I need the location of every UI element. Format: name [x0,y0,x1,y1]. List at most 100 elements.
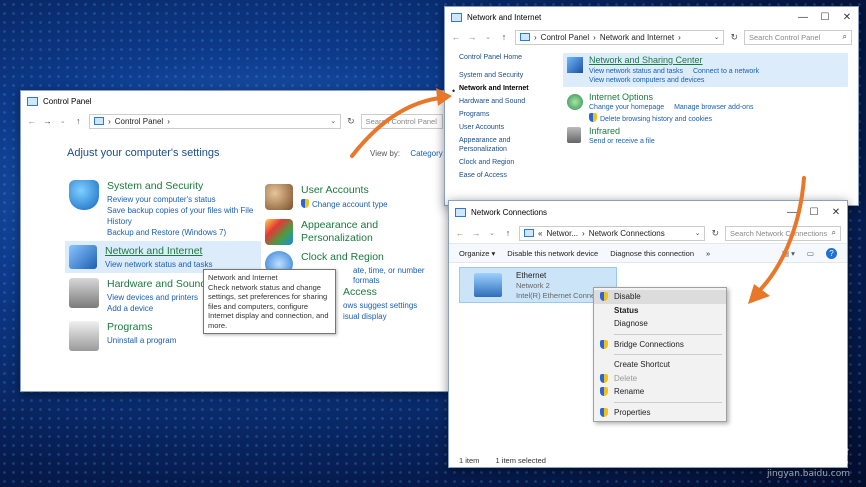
up-arrow-icon[interactable]: ↑ [499,32,509,42]
section-infrared: Infrared Send or receive a file [563,125,848,149]
add-device-link[interactable]: Add a device [107,304,206,314]
minimize-button[interactable]: — [792,12,814,23]
address-parent[interactable]: Networ... [546,229,578,238]
item-count: 1 item [459,456,480,465]
uninstall-link[interactable]: Uninstall a program [107,336,176,346]
network-status-link[interactable]: View network status and tasks [105,260,212,270]
section-network-sharing[interactable]: Network and Sharing Center View network … [563,53,848,87]
devices-printers-link[interactable]: View devices and printers [107,293,206,303]
menu-bridge[interactable]: Bridge Connections [594,338,726,352]
maximize-button[interactable]: ☐ [814,12,836,23]
status-bar: 1 item 1 item selected [459,456,546,465]
infrared-link[interactable]: Infrared [589,126,620,136]
nav-hardware-sound[interactable]: Hardware and Sound [459,97,529,106]
view-status-link[interactable]: View network status and tasks [589,68,683,75]
help-icon[interactable]: ? [826,247,837,259]
forward-arrow-icon[interactable]: → [43,116,53,126]
control-panel-small-icon [520,33,530,41]
delete-history-link[interactable]: Delete browsing history and cookies [600,116,712,123]
address-leaf[interactable]: Network and Internet [600,33,674,42]
nav-system-security[interactable]: System and Security [459,71,529,80]
menu-delete[interactable]: Delete [594,372,726,386]
watermark-url: jingyan.baidu.com [766,469,850,479]
view-computers-link[interactable]: View network computers and devices [589,77,704,84]
change-homepage-link[interactable]: Change your homepage [589,104,664,111]
nav-network-internet[interactable]: Network and Internet [459,84,529,93]
up-arrow-icon[interactable]: ↑ [503,228,513,238]
infrared-row1: Send or receive a file [589,138,655,145]
menu-status[interactable]: Status [594,304,726,318]
chevron-right-icon: › [678,32,681,42]
up-arrow-icon[interactable]: ↑ [74,116,84,126]
backup-restore-link[interactable]: Backup and Restore (Windows 7) [107,228,253,238]
forward-arrow-icon[interactable]: → [467,32,477,42]
search-icon: ⌕ [831,228,836,237]
network-sharing-link[interactable]: Network and Sharing Center [589,55,703,65]
address-root[interactable]: Control Panel [541,33,589,42]
menu-diagnose[interactable]: Diagnose [594,317,726,331]
programs-link[interactable]: Programs [107,321,176,334]
network-internet-link[interactable]: Network and Internet [105,245,212,258]
back-arrow-icon[interactable]: ← [455,228,465,238]
category-programs: Programs Uninstall a program [69,321,176,351]
selected-count: 1 item selected [495,456,546,465]
forward-arrow-icon[interactable]: → [471,228,481,238]
nav-user-accounts[interactable]: User Accounts [459,123,529,132]
organize-button[interactable]: Organize ▾ [459,249,495,258]
back-arrow-icon[interactable]: ← [27,116,37,126]
file-history-link[interactable]: Save backup copies of your files with Fi… [107,206,253,216]
user-accounts-link[interactable]: User Accounts [301,184,388,197]
menu-properties[interactable]: Properties [594,406,726,420]
close-button[interactable]: ✕ [836,12,858,23]
chevron-down-icon[interactable]: ⌄ [714,33,720,41]
nav-clock-region[interactable]: Clock and Region [459,158,529,167]
address-bar: ← → ⌄ ↑ › Control Panel › Network and In… [445,27,858,47]
menu-rename[interactable]: Rename [594,385,726,399]
address-field[interactable]: › Control Panel › Network and Internet ›… [515,29,725,45]
baidu-watermark: Bai du 经验 jingyan.baidu.com [691,434,850,479]
users-icon [265,184,293,210]
clock-region-link[interactable]: Clock and Region [301,251,449,264]
disable-device-button[interactable]: Disable this network device [507,249,598,258]
nav-appearance[interactable]: Appearance and [459,136,529,145]
tooltip-body: Check network status and change settings… [208,282,329,330]
connect-network-link[interactable]: Connect to a network [693,68,759,75]
uac-shield-icon [600,373,608,383]
diagnose-connection-button[interactable]: Diagnose this connection [610,249,694,258]
chevron-down-icon[interactable]: ⌄ [695,229,701,237]
context-menu: Disable Status Diagnose Bridge Connectio… [593,287,727,422]
dropdown-icon[interactable]: ⌄ [487,229,497,237]
appearance-link[interactable]: Appearance and Personalization [301,219,449,245]
nav-control-panel-home[interactable]: Control Panel Home [459,53,529,62]
tooltip-title: Network and Internet [208,273,278,282]
address-leaf[interactable]: Network Connections [589,229,665,238]
more-commands-button[interactable]: » [706,249,710,258]
hardware-sound-link[interactable]: Hardware and Sound [107,278,206,291]
refresh-icon[interactable]: ↻ [730,32,738,43]
chevron-down-icon[interactable]: ⌄ [330,117,336,125]
internet-options-link[interactable]: Internet Options [589,92,653,102]
refresh-icon[interactable]: ↻ [711,228,719,239]
nav-programs[interactable]: Programs [459,110,529,119]
change-account-link[interactable]: Change account type [301,199,388,210]
address-field[interactable]: › Control Panel › ⌄ [89,113,342,129]
window-title: Network and Internet [467,12,542,22]
review-status-link[interactable]: Review your computer's status [107,195,253,205]
page-heading: Adjust your computer's settings [67,147,220,159]
close-button[interactable]: ✕ [825,207,847,218]
manage-addons-link[interactable]: Manage browser add-ons [674,104,753,111]
file-history-link-cont[interactable]: History [107,217,253,227]
left-nav: Control Panel Home System and Security N… [459,53,529,180]
search-input[interactable]: Search Control Panel ⌕ [744,29,852,45]
nav-ease-access[interactable]: Ease of Access [459,171,529,180]
send-receive-link[interactable]: Send or receive a file [589,138,655,145]
system-security-link[interactable]: System and Security [107,180,253,193]
menu-disable[interactable]: Disable [594,290,726,304]
dropdown-icon[interactable]: ⌄ [58,117,68,125]
address-field[interactable]: « Networ... › Network Connections ⌄ [519,225,706,241]
menu-create-shortcut[interactable]: Create Shortcut [594,358,726,372]
nav-personalization[interactable]: Personalization [459,145,529,154]
dropdown-icon[interactable]: ⌄ [483,33,493,41]
ethernet-icon [474,273,502,297]
back-arrow-icon[interactable]: ← [451,32,461,42]
